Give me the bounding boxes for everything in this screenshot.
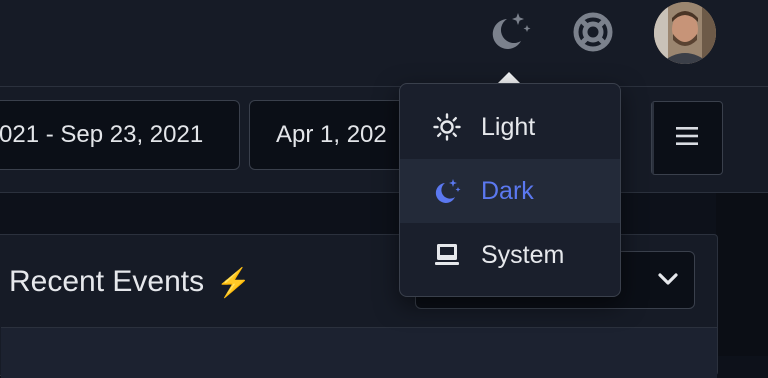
theme-menu: Light Dark System: [399, 83, 621, 297]
theme-option-light[interactable]: Light: [400, 95, 620, 159]
help-button[interactable]: [566, 8, 620, 60]
sun-icon: [433, 113, 461, 141]
filter-bar: 021 - Sep 23, 2021 Apr 1, 202: [0, 87, 768, 193]
date-range-value: 021 - Sep 23, 2021: [0, 121, 204, 148]
chevron-down-icon: [658, 272, 678, 291]
monitor-icon: [433, 241, 461, 269]
menu-button[interactable]: [651, 101, 723, 175]
moon-stars-icon: [487, 11, 533, 58]
moon-stars-icon: [433, 177, 461, 205]
card-content-area: [1, 327, 717, 378]
theme-toggle-button[interactable]: [484, 10, 536, 58]
date-range-field[interactable]: 021 - Sep 23, 2021: [0, 100, 240, 170]
top-bar: [0, 0, 768, 87]
theme-option-dark[interactable]: Dark: [400, 159, 620, 223]
lightning-icon: ⚡: [216, 266, 251, 298]
theme-option-label: Light: [481, 112, 536, 141]
start-date-value: Apr 1, 202: [276, 121, 387, 148]
theme-option-system[interactable]: System: [400, 223, 620, 287]
start-date-field[interactable]: Apr 1, 202: [249, 100, 419, 170]
user-avatar[interactable]: [654, 2, 716, 64]
lifebuoy-icon: [571, 10, 615, 59]
theme-option-label: System: [481, 240, 565, 269]
card-title: Recent Events ⚡: [9, 265, 251, 299]
card-title-text: Recent Events: [9, 265, 205, 298]
background-strip: [716, 193, 768, 356]
theme-option-label: Dark: [481, 176, 534, 205]
hamburger-menu-icon: [676, 126, 698, 150]
